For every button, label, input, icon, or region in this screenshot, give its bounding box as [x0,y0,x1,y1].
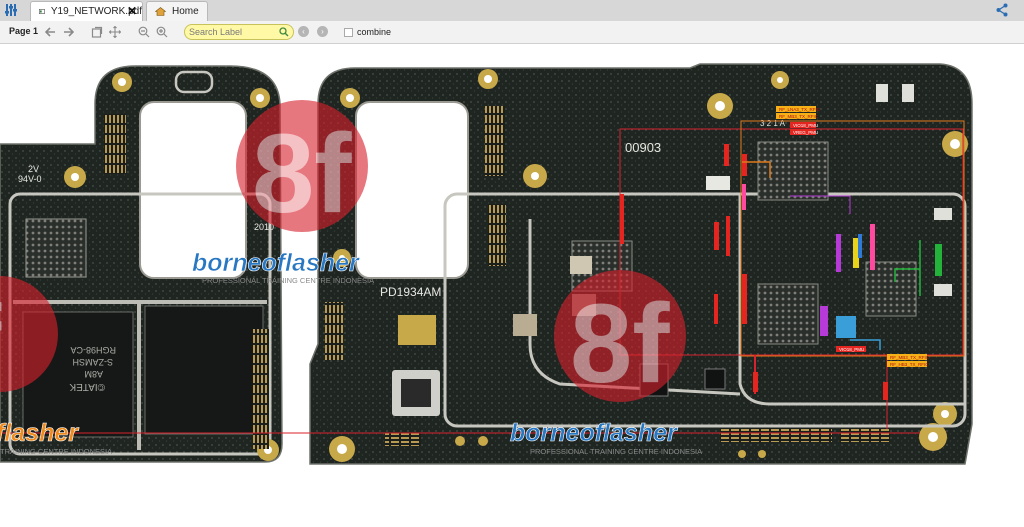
net-label-3: VIO18_PMU [793,123,818,128]
watermark-brand-bottom: borneoflasher [510,419,678,447]
silk-code: 94V-0 [18,174,42,184]
watermark-subtitle-bottom: PROFESSIONAL TRAINING CENTRE INDONESIA [530,447,702,456]
net-label-7: RF_HB3_TX_RFIC [890,362,929,367]
tab-document[interactable]: Y19_NETWORK.pdf ✕ [30,1,143,21]
silk-model: PD1934AM [380,285,441,299]
tab-bar: Y19_NETWORK.pdf ✕ Home [0,0,1024,22]
forward-arrow-icon[interactable] [61,24,75,40]
zoom-in-icon[interactable] [155,24,169,40]
svg-text:8f: 8f [570,281,670,406]
zoom-out-icon[interactable] [137,24,151,40]
watermark-subtitle-left: PROFESSIONAL TRAINING CENTRE INDONESIA [0,447,112,456]
silk-rating: 2V [28,164,39,174]
page-indicator: Page 1 [9,26,39,36]
chip-marking-2: S-ZAMSH [73,357,114,367]
net-label-4: VREG_PMU [793,130,818,135]
combine-label: combine [357,27,392,37]
net-label-6: RF_MB3_TX_RFIC [890,355,930,360]
chip-brand: ©IATEK [69,381,105,392]
pdf-file-icon [39,9,45,14]
combine-checkbox[interactable] [344,27,353,37]
share-icon[interactable] [996,3,1008,17]
net-label-1: RF_LNA3_TX_RFIC [779,107,821,112]
search-icon[interactable] [279,27,289,37]
search-next-icon[interactable]: › [317,26,328,37]
chip-marking-1: A8M [84,369,103,379]
search-label-field[interactable] [184,24,294,40]
pan-move-icon[interactable] [108,24,122,40]
home-icon [155,7,166,16]
svg-text:8f: 8f [252,111,352,236]
net-label-5: VIO18_PMU [839,347,864,352]
document-viewer[interactable]: ©IATEK A8M S-ZAMSH RGH98-CA 2V 94V-0 201… [0,44,1024,527]
tab-home-label: Home [172,6,199,17]
watermark-brand-left: flasher [0,419,79,447]
chip-marking-3: RGH98-CA [70,345,116,355]
silk-pin-labels: 3 2 1 A [760,119,786,128]
pcb-board-image: ©IATEK A8M S-ZAMSH RGH98-CA 2V 94V-0 201… [0,63,973,465]
tab-home[interactable]: Home [146,1,208,21]
silk-serial: 00903 [625,140,661,155]
net-label-2: RF_MB3_TX_RFIC [779,114,819,119]
back-arrow-icon[interactable] [43,24,57,40]
search-previous-icon[interactable]: ‹ [298,26,309,37]
watermark-subtitle-top: PROFESSIONAL TRAINING CENTRE INDONESIA [202,276,374,285]
settings-sliders-icon[interactable] [4,3,18,17]
combine-toggle[interactable]: combine [344,27,391,37]
watermark-brand-top: borneoflasher [192,249,360,277]
rotate-page-icon[interactable] [90,24,104,40]
search-input[interactable] [189,26,277,38]
toolbar: Page 1 ‹ › combine [0,21,1024,44]
close-icon[interactable]: ✕ [127,5,137,17]
